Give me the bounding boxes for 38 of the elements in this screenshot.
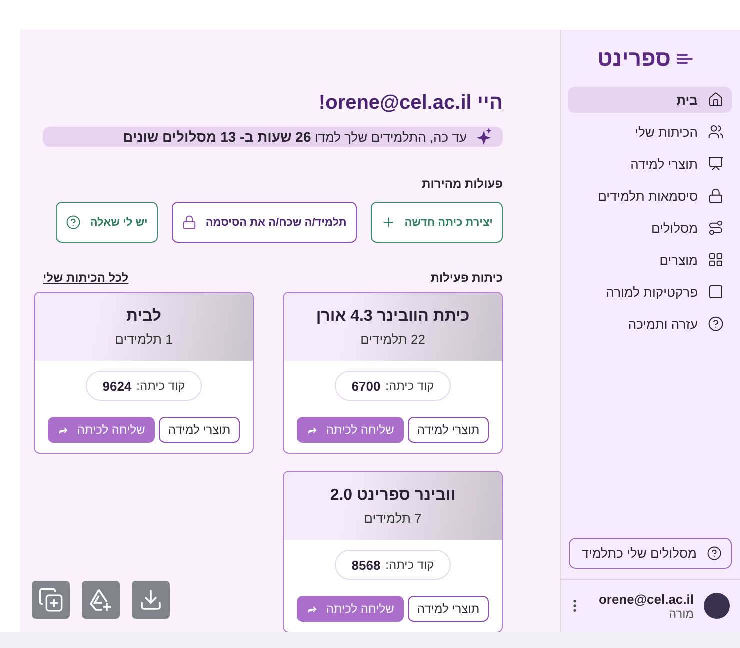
logo: ספרינט — [598, 46, 671, 72]
code-label: קוד כיתה: — [136, 379, 186, 393]
stats-text: עד כה, התלמידים שלך למדו 26 שעות ב- 13 מסלולים שונים — [123, 129, 467, 145]
greeting: היי orene@cel.ac.il! — [318, 92, 503, 115]
send-button[interactable]: שליחה לכיתה — [297, 417, 404, 443]
student-count: 1 תלמידים — [115, 332, 173, 346]
class-name: כיתת הוובינר 4.3 אורן — [316, 308, 470, 326]
nav-item[interactable]: תוצרי למידה — [568, 151, 732, 177]
nav-item[interactable]: מסלולים — [568, 215, 732, 241]
class-code: 9624 — [102, 378, 132, 394]
nav-item[interactable]: עזרה ותמיכה — [568, 311, 732, 337]
class-name: וובינר ספרינט 2.0 — [330, 486, 456, 504]
send-button[interactable]: שליחה לכיתה — [297, 596, 404, 622]
class-code: 6700 — [352, 378, 381, 394]
class-name: לבית — [126, 308, 162, 326]
results-button[interactable]: תוצרי למידה — [408, 596, 489, 622]
quick-action-button[interactable]: תלמיד/ה שכח/ה את הסיסמה — [172, 202, 357, 243]
nav-item[interactable]: פרקטיקות למורה — [568, 279, 732, 305]
student-count: 7 תלמידים — [364, 510, 422, 526]
section-title: כיתות פעילות — [430, 271, 503, 285]
quick-action-button[interactable]: יצירת כיתה חדשה — [370, 202, 503, 243]
section-title: פעולות מהירות — [421, 177, 503, 191]
student-count: 22 תלמידים — [360, 332, 426, 346]
nav-item[interactable]: מוצרים — [568, 247, 732, 273]
code-label: קוד כיתה: — [386, 379, 434, 393]
quick-action-button[interactable]: יש לי שאלה — [56, 202, 158, 243]
nav-item[interactable]: סיסמאות תלמידים — [568, 183, 732, 209]
user-role: מורה — [668, 606, 694, 620]
nav-item[interactable]: בית — [568, 87, 732, 113]
class-code: 8568 — [352, 558, 381, 572]
student-paths-button[interactable]: מסלולים שלי כתלמיד — [569, 538, 732, 569]
send-button[interactable]: שליחה לכיתה — [48, 417, 156, 443]
user-email: orene@cel.ac.il — [598, 592, 694, 606]
results-button[interactable]: תוצרי למידה — [408, 417, 489, 443]
nav-item[interactable]: הכיתות שלי — [568, 119, 732, 145]
code-label: קוד כיתה: — [386, 558, 434, 572]
all-classes-link[interactable]: לכל הכיתות שלי — [43, 271, 129, 285]
results-button[interactable]: תוצרי למידה — [159, 417, 240, 443]
